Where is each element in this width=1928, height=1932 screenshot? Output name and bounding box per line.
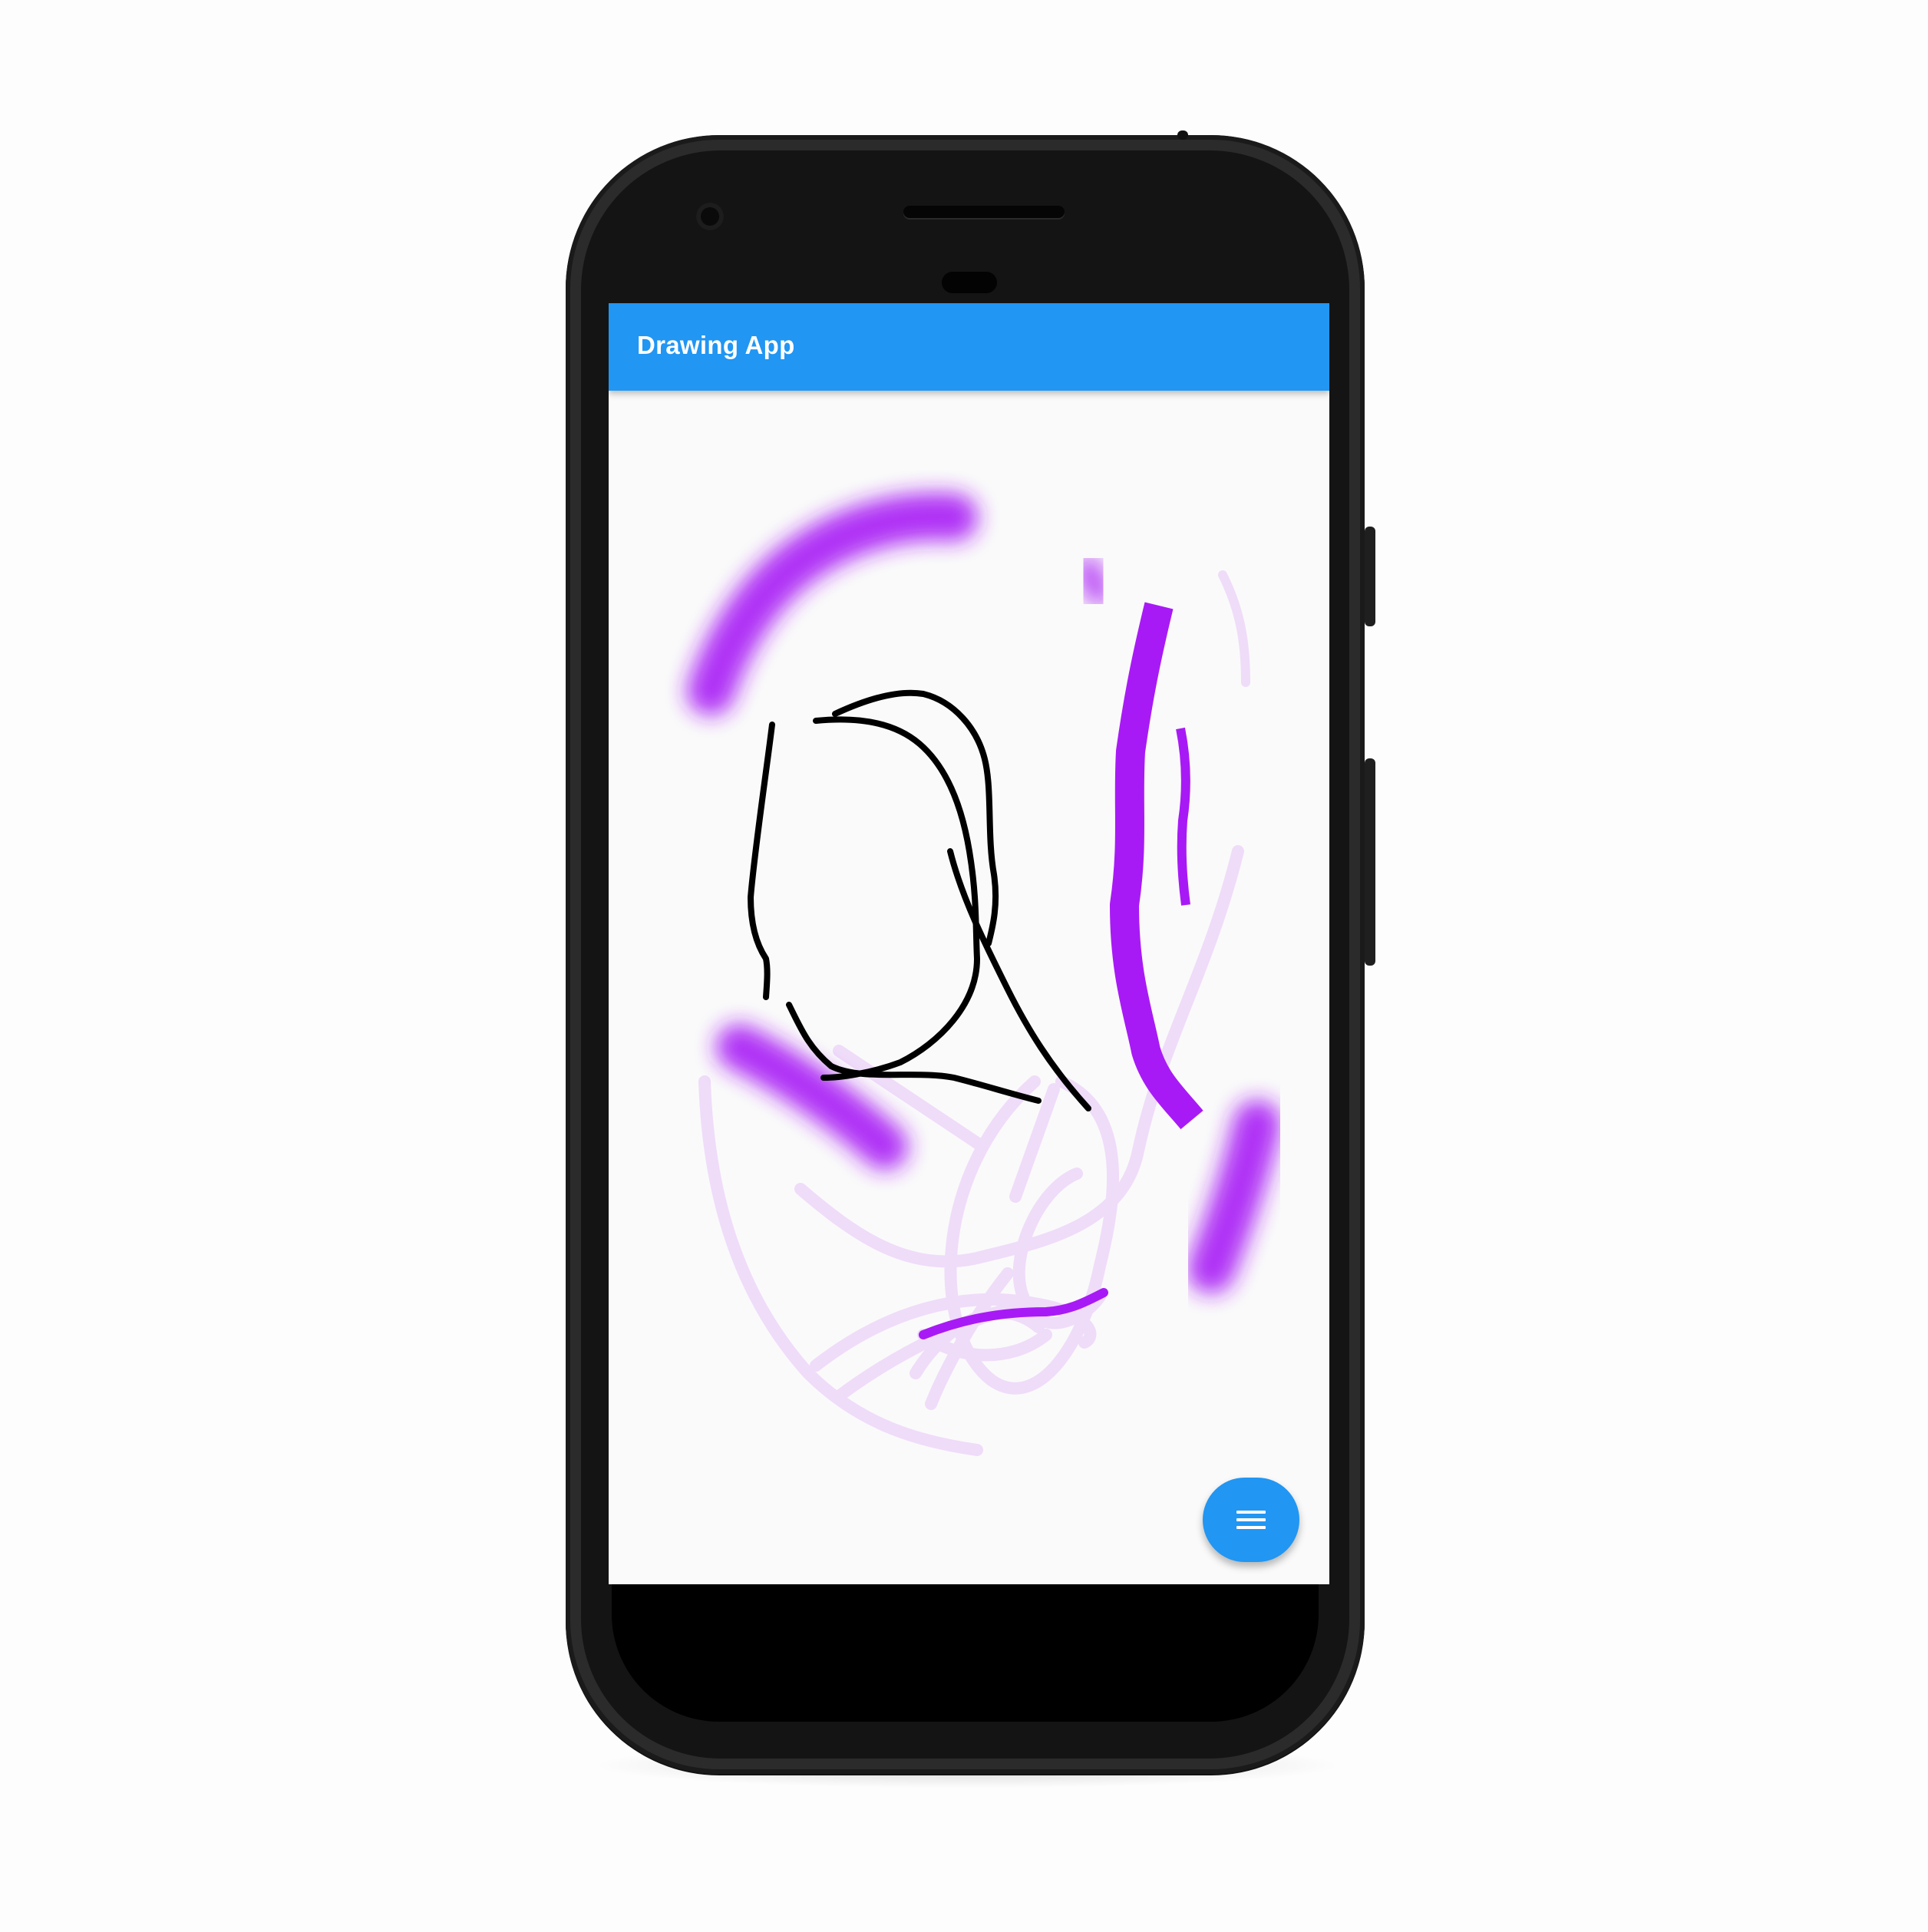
airbrush-stroke xyxy=(687,493,978,715)
faint-stroke xyxy=(1009,1083,1060,1203)
earpiece-speaker xyxy=(903,206,1065,218)
app-title: Drawing App xyxy=(637,331,795,359)
drawing-canvas[interactable] xyxy=(609,391,1329,1584)
app-screen: Drawing App xyxy=(609,303,1329,1584)
power-button xyxy=(1365,527,1375,626)
airbrush-stroke xyxy=(1187,1100,1281,1293)
airbrush-stroke xyxy=(1075,556,1112,606)
pen-stroke xyxy=(813,716,980,1081)
device-mockup: Drawing App xyxy=(0,0,1928,1932)
phone-chin xyxy=(612,1568,1319,1722)
faint-stroke xyxy=(1218,570,1250,687)
menu-icon xyxy=(1236,1511,1266,1529)
pen-stroke xyxy=(947,848,1091,1111)
menu-fab-button[interactable] xyxy=(1203,1478,1299,1562)
volume-button xyxy=(1365,758,1375,966)
pen-strokes xyxy=(748,689,1091,1111)
top-antenna-line xyxy=(1177,130,1188,140)
pen-stroke xyxy=(748,722,775,1000)
front-camera-icon xyxy=(696,203,724,230)
drawing-surface[interactable] xyxy=(609,391,1329,1584)
app-bar: Drawing App xyxy=(609,303,1329,391)
brush-stroke xyxy=(1176,727,1190,906)
proximity-sensor xyxy=(942,272,997,293)
